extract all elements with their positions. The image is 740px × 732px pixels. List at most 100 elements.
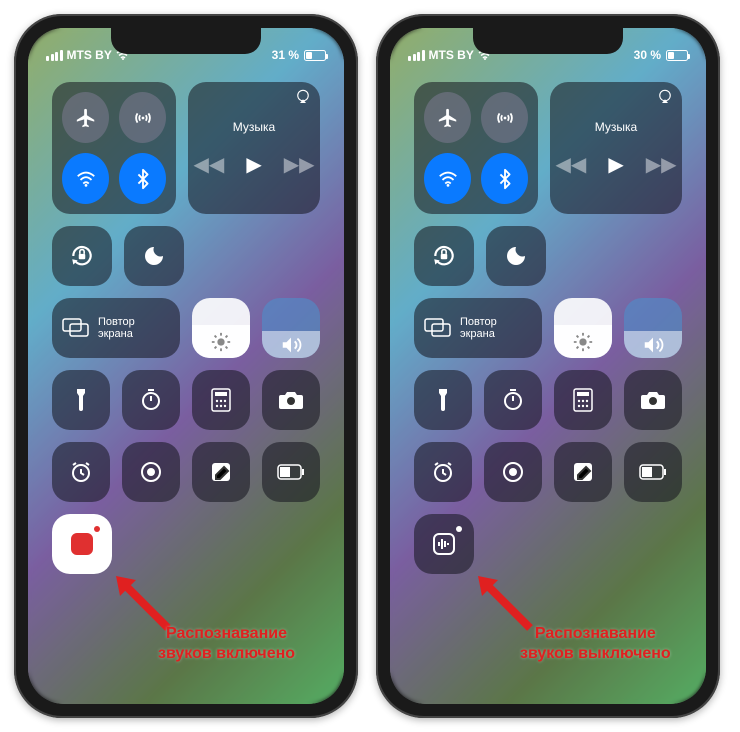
- bluetooth-toggle[interactable]: [119, 153, 166, 204]
- airplane-mode-toggle[interactable]: [424, 92, 471, 143]
- orientation-lock-toggle[interactable]: [52, 226, 112, 286]
- brightness-icon: [572, 331, 594, 353]
- camera-icon: [640, 390, 666, 410]
- wifi-icon: [437, 168, 459, 190]
- quick-note-icon: [210, 461, 232, 483]
- sound-recognition-icon: [69, 531, 95, 557]
- volume-icon: [280, 334, 302, 356]
- do-not-disturb-toggle[interactable]: [124, 226, 184, 286]
- screen-record-button[interactable]: [484, 442, 542, 502]
- annotation-caption: Распознавание звуков выключено: [520, 624, 671, 664]
- previous-track-icon[interactable]: ◀◀: [556, 152, 587, 177]
- timer-icon: [139, 388, 163, 412]
- sound-recognition-toggle[interactable]: [52, 514, 112, 574]
- connectivity-group[interactable]: [52, 82, 176, 214]
- screen-record-button[interactable]: [122, 442, 180, 502]
- inactive-dot-icon: [456, 526, 462, 532]
- low-power-icon: [639, 464, 667, 480]
- airplay-icon[interactable]: [656, 88, 674, 106]
- camera-button[interactable]: [624, 370, 682, 430]
- screen: MTS BY 30 % М: [390, 28, 706, 704]
- brightness-slider[interactable]: [192, 298, 250, 358]
- alarm-icon: [69, 460, 93, 484]
- quick-note-icon: [572, 461, 594, 483]
- camera-icon: [278, 390, 304, 410]
- calculator-icon: [573, 388, 593, 412]
- timer-button[interactable]: [122, 370, 180, 430]
- play-icon[interactable]: ▶: [608, 152, 623, 177]
- signal-icon: [408, 50, 425, 61]
- quick-note-button[interactable]: [192, 442, 250, 502]
- bluetooth-icon: [494, 168, 516, 190]
- bluetooth-icon: [132, 168, 154, 190]
- screen: MTS BY 31 % М: [28, 28, 344, 704]
- alarm-icon: [431, 460, 455, 484]
- flashlight-button[interactable]: [52, 370, 110, 430]
- carrier-label: MTS BY: [429, 48, 474, 62]
- previous-track-icon[interactable]: ◀◀: [194, 152, 225, 177]
- battery-icon: [304, 50, 326, 61]
- do-not-disturb-icon: [142, 244, 166, 268]
- alarm-button[interactable]: [52, 442, 110, 502]
- low-power-button[interactable]: [262, 442, 320, 502]
- bluetooth-toggle[interactable]: [481, 153, 528, 204]
- play-icon[interactable]: ▶: [246, 152, 261, 177]
- control-center: Музыка ◀◀ ▶ ▶▶ Повтор экрана: [28, 70, 344, 574]
- cellular-data-toggle[interactable]: [481, 92, 528, 143]
- battery-percent: 31 %: [272, 48, 299, 62]
- screen-record-icon: [501, 460, 525, 484]
- battery-percent: 30 %: [634, 48, 661, 62]
- wifi-toggle[interactable]: [62, 153, 109, 204]
- alarm-button[interactable]: [414, 442, 472, 502]
- orientation-lock-icon: [69, 243, 95, 269]
- phone-left: MTS BY 31 % М: [14, 14, 358, 718]
- next-track-icon[interactable]: ▶▶: [646, 152, 677, 177]
- screen-mirroring-button[interactable]: Повтор экрана: [52, 298, 180, 358]
- quick-note-button[interactable]: [554, 442, 612, 502]
- camera-button[interactable]: [262, 370, 320, 430]
- do-not-disturb-toggle[interactable]: [486, 226, 546, 286]
- annotation-caption: Распознавание звуков включено: [158, 624, 295, 664]
- signal-icon: [46, 50, 63, 61]
- brightness-icon: [210, 331, 232, 353]
- screen-mirror-icon: [424, 318, 452, 338]
- airplane-icon: [437, 107, 459, 129]
- orientation-lock-toggle[interactable]: [414, 226, 474, 286]
- sound-recognition-icon: [431, 531, 457, 557]
- timer-button[interactable]: [484, 370, 542, 430]
- cellular-data-icon: [132, 107, 154, 129]
- music-title: Музыка: [233, 120, 275, 134]
- music-widget[interactable]: Музыка ◀◀ ▶ ▶▶: [550, 82, 682, 214]
- calculator-button[interactable]: [192, 370, 250, 430]
- airplane-mode-toggle[interactable]: [62, 92, 109, 143]
- cellular-data-toggle[interactable]: [119, 92, 166, 143]
- volume-slider[interactable]: [624, 298, 682, 358]
- orientation-lock-icon: [431, 243, 457, 269]
- connectivity-group[interactable]: [414, 82, 538, 214]
- phone-right: MTS BY 30 % М: [376, 14, 720, 718]
- battery-icon: [666, 50, 688, 61]
- control-center: Музыка ◀◀ ▶ ▶▶ Повтор экрана: [390, 70, 706, 574]
- flashlight-button[interactable]: [414, 370, 472, 430]
- music-title: Музыка: [595, 120, 637, 134]
- calculator-button[interactable]: [554, 370, 612, 430]
- music-widget[interactable]: Музыка ◀◀ ▶ ▶▶: [188, 82, 320, 214]
- screen-mirror-label: Повтор экрана: [460, 316, 497, 340]
- screen-mirror-label: Повтор экрана: [98, 316, 135, 340]
- cellular-data-icon: [494, 107, 516, 129]
- screen-record-icon: [139, 460, 163, 484]
- low-power-icon: [277, 464, 305, 480]
- carrier-label: MTS BY: [67, 48, 112, 62]
- screen-mirroring-button[interactable]: Повтор экрана: [414, 298, 542, 358]
- airplay-icon[interactable]: [294, 88, 312, 106]
- flashlight-icon: [70, 387, 92, 413]
- wifi-toggle[interactable]: [424, 153, 471, 204]
- brightness-slider[interactable]: [554, 298, 612, 358]
- next-track-icon[interactable]: ▶▶: [284, 152, 315, 177]
- sound-recognition-toggle[interactable]: [414, 514, 474, 574]
- active-dot-icon: [94, 526, 100, 532]
- low-power-button[interactable]: [624, 442, 682, 502]
- notch: [473, 28, 623, 54]
- volume-slider[interactable]: [262, 298, 320, 358]
- timer-icon: [501, 388, 525, 412]
